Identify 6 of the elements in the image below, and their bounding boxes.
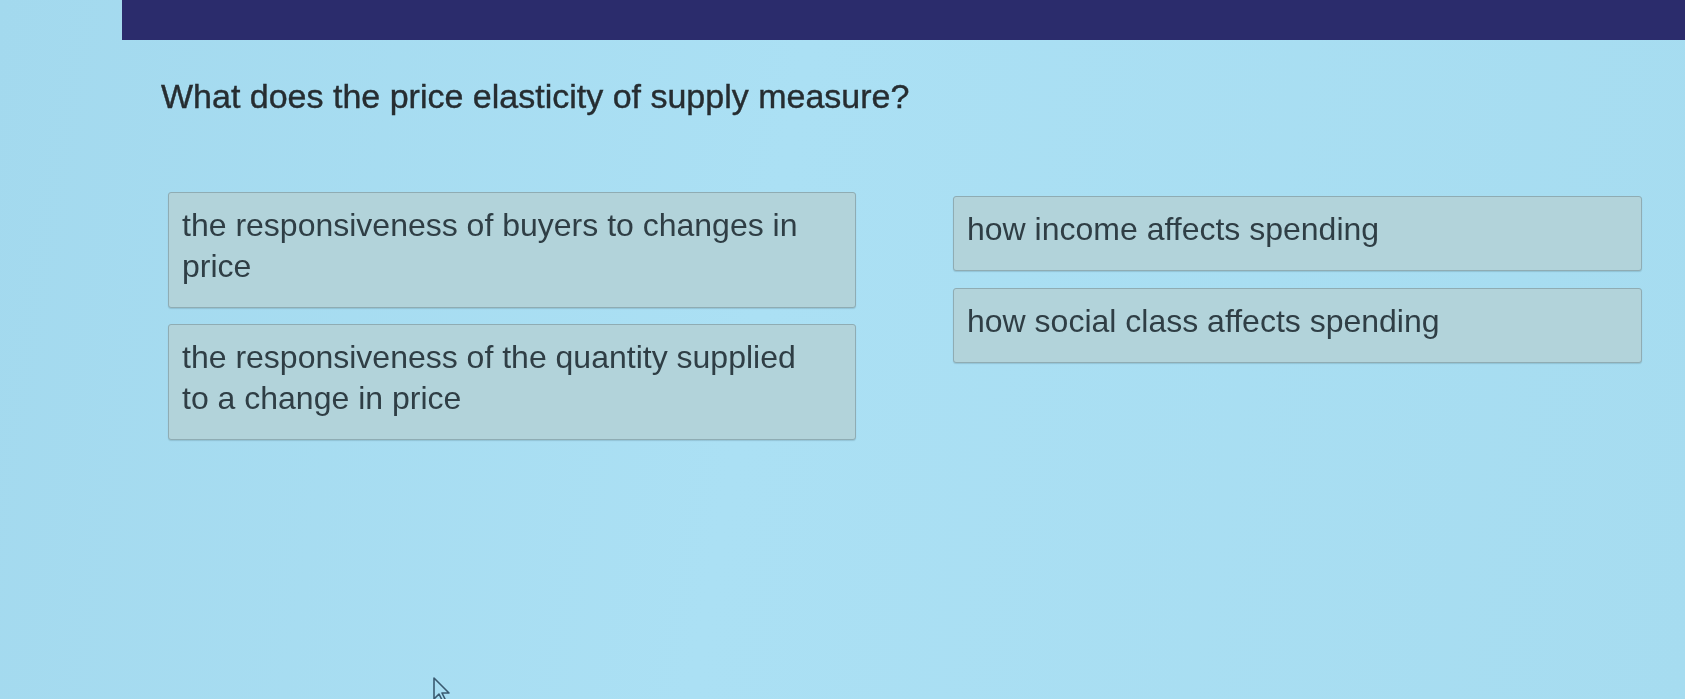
answer-option[interactable]: how income affects spending <box>953 196 1642 271</box>
answer-option[interactable]: how social class affects spending <box>953 288 1642 363</box>
answer-option[interactable]: the responsiveness of the quantity supplied to a change in price <box>168 324 856 440</box>
mouse-cursor-icon <box>433 677 451 699</box>
question-text: What does the price elasticity of supply measure? <box>161 76 910 116</box>
answer-option[interactable]: the responsiveness of buyers to changes in price <box>168 192 856 308</box>
